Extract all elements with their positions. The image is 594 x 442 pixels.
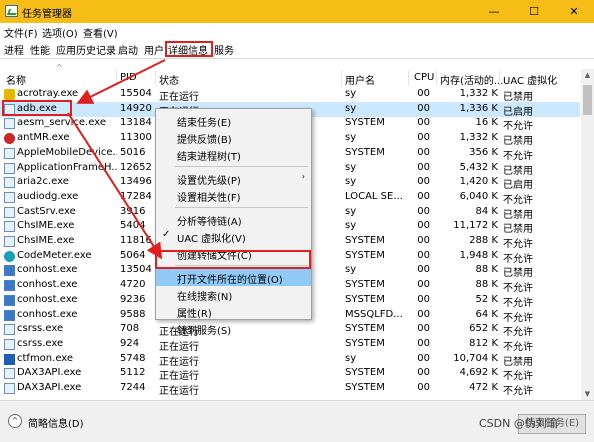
arrow-to-open-location-icon	[67, 112, 163, 260]
watermark: CSDN @伪刘瑜	[479, 417, 558, 430]
collapse-icon[interactable]: ^	[8, 414, 22, 428]
fewer-details-link[interactable]: 简略信息(D)	[28, 415, 84, 430]
annotation-arrows	[67, 59, 166, 260]
footer-bar: ^ 简略信息(D) 结束任务(E) CSDN @伪刘瑜	[0, 400, 594, 442]
arrow-to-adb-icon	[76, 59, 166, 104]
